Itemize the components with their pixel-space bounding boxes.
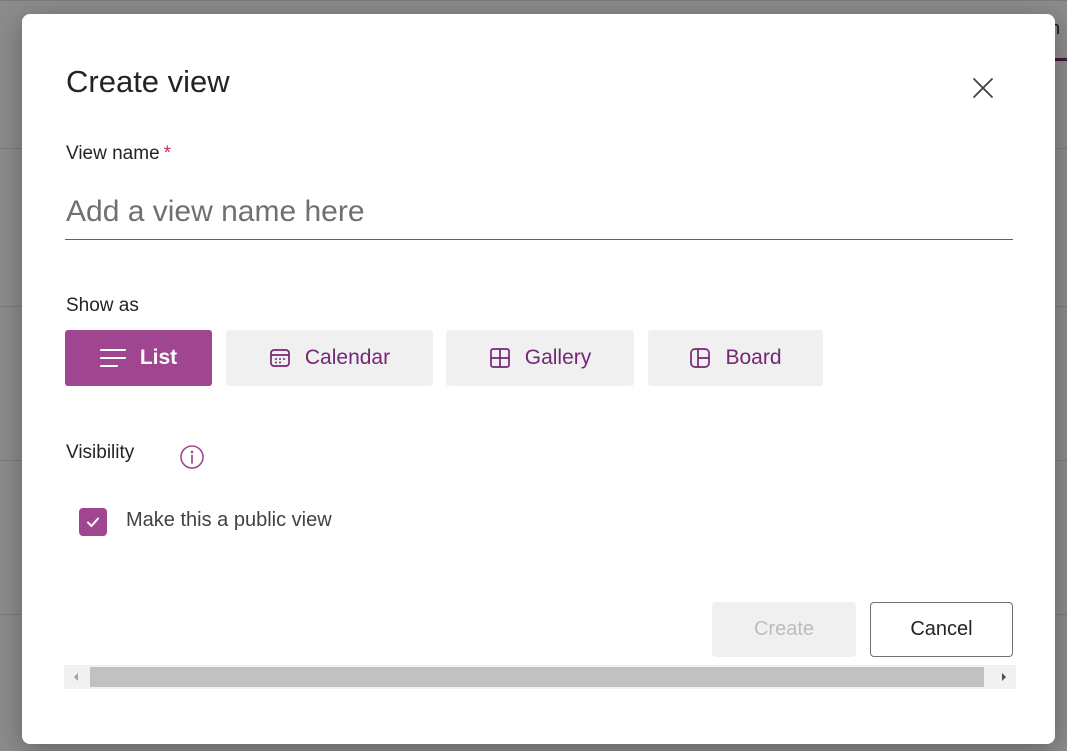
- view-type-gallery-label: Gallery: [524, 346, 592, 369]
- view-type-gallery-button[interactable]: Gallery: [446, 330, 634, 386]
- visibility-label: Visibility: [66, 442, 135, 463]
- view-type-board-button[interactable]: Board: [648, 330, 823, 386]
- cancel-button[interactable]: Cancel: [870, 602, 1013, 657]
- horizontal-scrollbar[interactable]: [64, 665, 1016, 689]
- view-name-input[interactable]: [65, 190, 1013, 240]
- public-view-checkbox-label[interactable]: Make this a public view: [126, 509, 332, 532]
- close-icon: [973, 78, 993, 98]
- scroll-right-icon: [1002, 673, 1006, 681]
- gallery-icon: [489, 348, 510, 368]
- checkmark-icon: [87, 517, 99, 527]
- scrollbar-thumb[interactable]: [90, 667, 984, 687]
- calendar-icon: [270, 349, 290, 367]
- public-view-checkbox[interactable]: [79, 508, 107, 536]
- show-as-label: Show as: [66, 295, 139, 316]
- close-button[interactable]: [964, 69, 1002, 107]
- scroll-left-button[interactable]: [64, 665, 88, 689]
- info-icon[interactable]: [179, 444, 205, 470]
- view-type-calendar-button[interactable]: Calendar: [226, 330, 433, 386]
- view-name-label: View name *: [66, 143, 171, 165]
- dialog-title: Create view: [66, 64, 230, 99]
- scroll-right-button[interactable]: [992, 665, 1016, 689]
- create-button[interactable]: Create: [712, 602, 856, 657]
- required-asterisk: *: [163, 143, 172, 164]
- create-view-dialog: Create view View name* Show as List Cale…: [22, 14, 1055, 744]
- view-name-label-text: View name: [66, 143, 160, 164]
- view-type-board-label: Board: [725, 346, 782, 369]
- view-type-calendar-label: Calendar: [304, 346, 391, 369]
- list-icon: [99, 349, 126, 367]
- view-type-list-button[interactable]: List: [65, 330, 212, 386]
- scroll-left-icon: [74, 673, 78, 681]
- board-icon: [690, 348, 711, 368]
- view-type-list-label: List: [139, 346, 178, 369]
